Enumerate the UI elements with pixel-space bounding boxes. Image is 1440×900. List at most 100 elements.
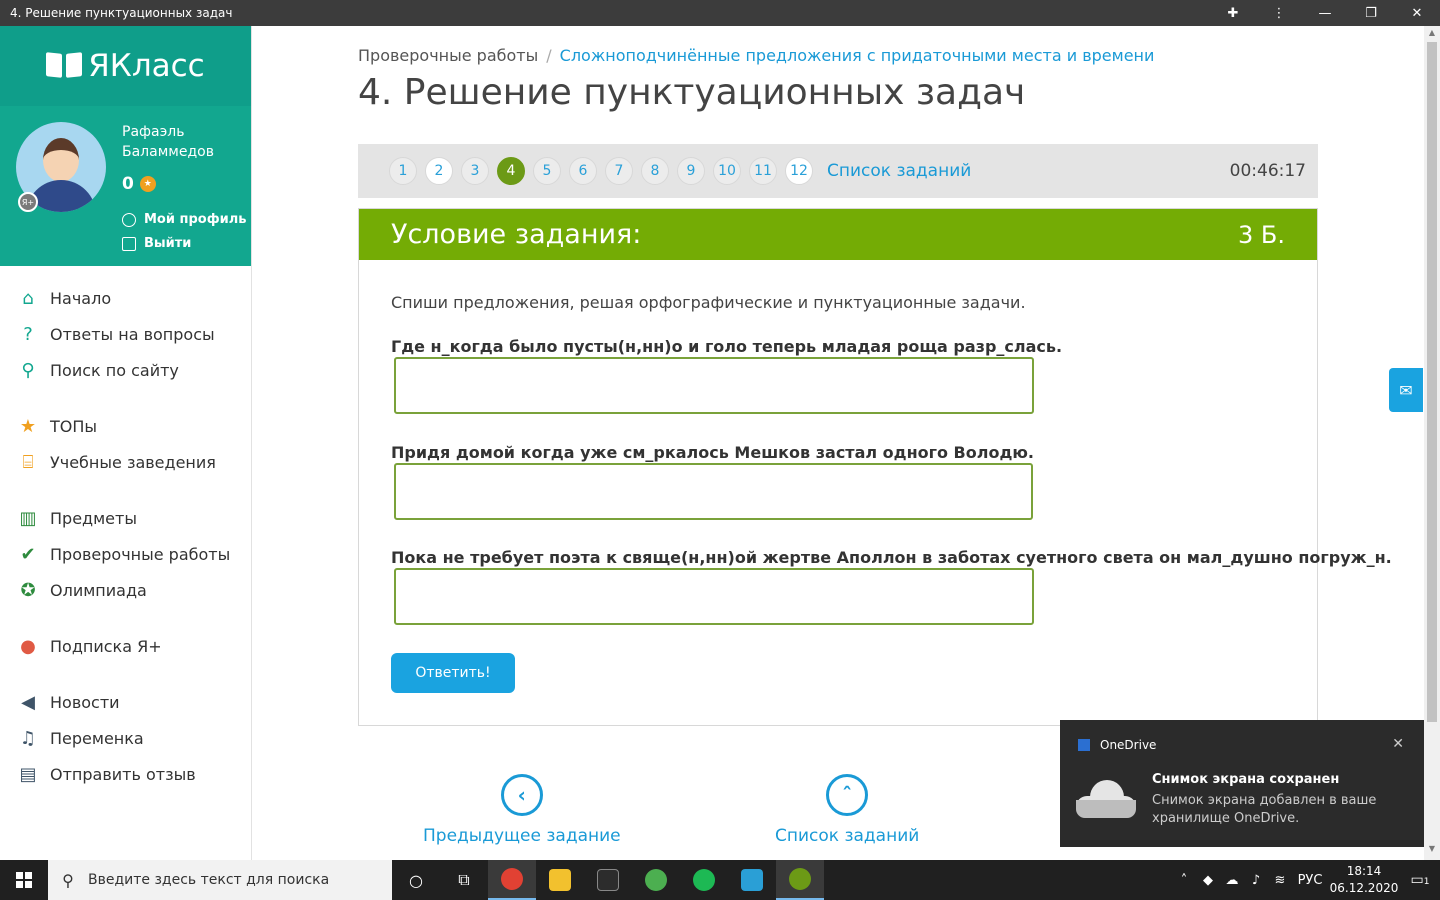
answer-textarea-1[interactable] (394, 357, 1034, 414)
sidebar-item-subscription[interactable]: ● Подписка Я+ (0, 628, 251, 664)
page-scrollbar[interactable]: ▲ ▼ (1424, 26, 1440, 860)
sidebar-item-label: Проверочные работы (50, 544, 231, 564)
sidebar-item-news[interactable]: ◀ Новости (0, 684, 251, 720)
previous-task-link[interactable]: Предыдущее задание (423, 826, 621, 846)
volume-icon[interactable]: ♪ (1244, 873, 1268, 888)
window-titlebar: 4. Решение пунктуационных задач ✚ ⋮ — ❐ … (0, 0, 1440, 26)
task-number-8[interactable]: 8 (641, 157, 669, 185)
menu-kebab-icon[interactable]: ⋮ (1256, 0, 1302, 26)
answer-textarea-3[interactable] (394, 568, 1034, 625)
task-number-4[interactable]: 4 (497, 157, 525, 185)
clock-time: 18:14 (1346, 864, 1382, 878)
sidebar-item-label: Ответы на вопросы (50, 324, 215, 344)
logout-icon (122, 236, 136, 251)
sidebar-item-subjects[interactable]: ▥ Предметы (0, 500, 251, 536)
megaphone-icon: ◀ (21, 691, 35, 713)
points-value: 0 (122, 174, 134, 194)
onedrive-notification[interactable]: OneDrive ✕ Снимок экрана сохранен Снимок… (1060, 720, 1424, 847)
task-number-nav: 1 2 3 4 5 6 7 8 9 10 11 12 Список задани… (358, 144, 1318, 198)
sidebar-item-olympiad[interactable]: ✪ Олимпиада (0, 572, 251, 608)
task-instruction: Спиши предложения, решая орфографические… (391, 293, 1026, 312)
breadcrumb-current[interactable]: Сложноподчинённые предложения с придаточ… (560, 46, 1155, 65)
sidebar-item-break[interactable]: ♫ Переменка (0, 720, 251, 756)
task-number-9[interactable]: 9 (677, 157, 705, 185)
sidebar-item-label: Переменка (50, 728, 144, 748)
task-header-title: Условие задания: (391, 219, 642, 250)
my-profile-link[interactable]: Мой профиль (122, 212, 246, 227)
sidebar-item-feedback[interactable]: ▤ Отправить отзыв (0, 756, 251, 792)
question-icon: ? (23, 323, 33, 345)
close-window-button[interactable]: ✕ (1394, 0, 1440, 26)
submit-answer-button[interactable]: Ответить! (391, 653, 515, 693)
chrome-app-icon[interactable] (776, 860, 824, 900)
file-explorer-icon[interactable] (536, 860, 584, 900)
chevron-left-icon[interactable]: ‹ (500, 774, 543, 816)
answer-textarea-2[interactable] (394, 463, 1033, 520)
site-logo[interactable]: ЯКласс (0, 26, 251, 106)
user-name[interactable]: Рафаэль Баламмедов (122, 122, 242, 162)
mail-icon[interactable]: ✉ (1389, 368, 1423, 412)
my-profile-label: Мой профиль (144, 212, 247, 227)
chevron-up-icon[interactable]: ˄ (1172, 873, 1196, 888)
chrome-icon[interactable] (488, 860, 536, 900)
taskbar-clock[interactable]: 18:14 06.12.2020 (1328, 863, 1400, 897)
user-profile-panel: Я+ Рафаэль Баламмедов 0 ★ Мой профиль Вы… (0, 106, 251, 266)
task-number-5[interactable]: 5 (533, 157, 561, 185)
cloud-tray-icon[interactable]: ☁ (1220, 873, 1244, 888)
sidebar-item-home[interactable]: ⌂ Начало (0, 280, 251, 316)
sidebar: ЯКласс Я+ Рафаэль Баламмедов 0 ★ Мой про… (0, 26, 252, 860)
task-number-12[interactable]: 12 (785, 157, 813, 185)
scroll-up-arrow[interactable]: ▲ (1424, 28, 1440, 42)
task-number-2[interactable]: 2 (425, 157, 453, 185)
nav-group: ◀ Новости ♫ Переменка ▤ Отправить отзыв (0, 684, 251, 792)
task-number-6[interactable]: 6 (569, 157, 597, 185)
language-indicator[interactable]: РУС (1292, 873, 1328, 888)
task-number-1[interactable]: 1 (389, 157, 417, 185)
question-text-1: Где н_когда было пусты(н,нн)о и голо теп… (391, 337, 1063, 356)
spotify-icon[interactable] (680, 860, 728, 900)
security-shield-icon[interactable]: ◆ (1196, 873, 1220, 888)
sidebar-item-institutions[interactable]: ⌸ Учебные заведения (0, 444, 251, 480)
sidebar-item-answers[interactable]: ? Ответы на вопросы (0, 316, 251, 352)
sidebar-item-label: Новости (50, 692, 120, 712)
scroll-down-arrow[interactable]: ▼ (1424, 844, 1440, 858)
sidebar-item-tests[interactable]: ✔ Проверочные работы (0, 536, 251, 572)
wifi-icon[interactable]: ≋ (1268, 873, 1292, 888)
task-list-nav[interactable]: ˆ Список заданий (775, 774, 919, 846)
task-number-11[interactable]: 11 (749, 157, 777, 185)
notification-center-icon[interactable]: ▭1 (1400, 872, 1440, 888)
extensions-icon[interactable]: ✚ (1210, 0, 1256, 26)
app-f-icon[interactable] (728, 860, 776, 900)
logout-link[interactable]: Выйти (122, 236, 191, 251)
xbox-icon[interactable] (632, 860, 680, 900)
taskbar-search[interactable]: ⚲ Введите здесь текст для поиска (48, 860, 392, 900)
toast-app: OneDrive (1078, 738, 1156, 752)
window-title: 4. Решение пунктуационных задач (10, 6, 233, 20)
task-list-bottom-link[interactable]: Список заданий (775, 826, 919, 846)
breadcrumb-root[interactable]: Проверочные работы (358, 46, 538, 65)
user-points: 0 ★ (122, 174, 156, 194)
book-logo-icon (46, 53, 82, 79)
minimize-button[interactable]: — (1302, 0, 1348, 26)
nav-group: ▥ Предметы ✔ Проверочные работы ✪ Олимпи… (0, 500, 251, 608)
question-text-2: Придя домой когда уже см_ркалось Мешков … (391, 443, 1034, 462)
epic-games-icon[interactable] (584, 860, 632, 900)
task-number-3[interactable]: 3 (461, 157, 489, 185)
page-title: 4. Решение пунктуационных задач (358, 72, 1026, 113)
task-number-10[interactable]: 10 (713, 157, 741, 185)
start-button[interactable] (0, 860, 48, 900)
scrollbar-thumb[interactable] (1427, 42, 1437, 722)
sidebar-item-search[interactable]: ⚲ Поиск по сайту (0, 352, 251, 388)
previous-task-nav[interactable]: ‹ Предыдущее задание (423, 774, 621, 846)
taskbar-search-placeholder: Введите здесь текст для поиска (88, 872, 330, 888)
sidebar-item-tops[interactable]: ★ ТОПы (0, 408, 251, 444)
sidebar-item-label: ТОПы (50, 416, 98, 436)
nav-group: ★ ТОПы ⌸ Учебные заведения (0, 408, 251, 480)
restore-button[interactable]: ❐ (1348, 0, 1394, 26)
task-number-7[interactable]: 7 (605, 157, 633, 185)
toast-close-icon[interactable]: ✕ (1392, 736, 1404, 752)
chevron-up-icon[interactable]: ˆ (826, 774, 869, 816)
cortana-icon[interactable]: ○ (392, 860, 440, 900)
task-list-link[interactable]: Список заданий (827, 161, 971, 181)
task-view-icon[interactable]: ⧉ (440, 860, 488, 900)
